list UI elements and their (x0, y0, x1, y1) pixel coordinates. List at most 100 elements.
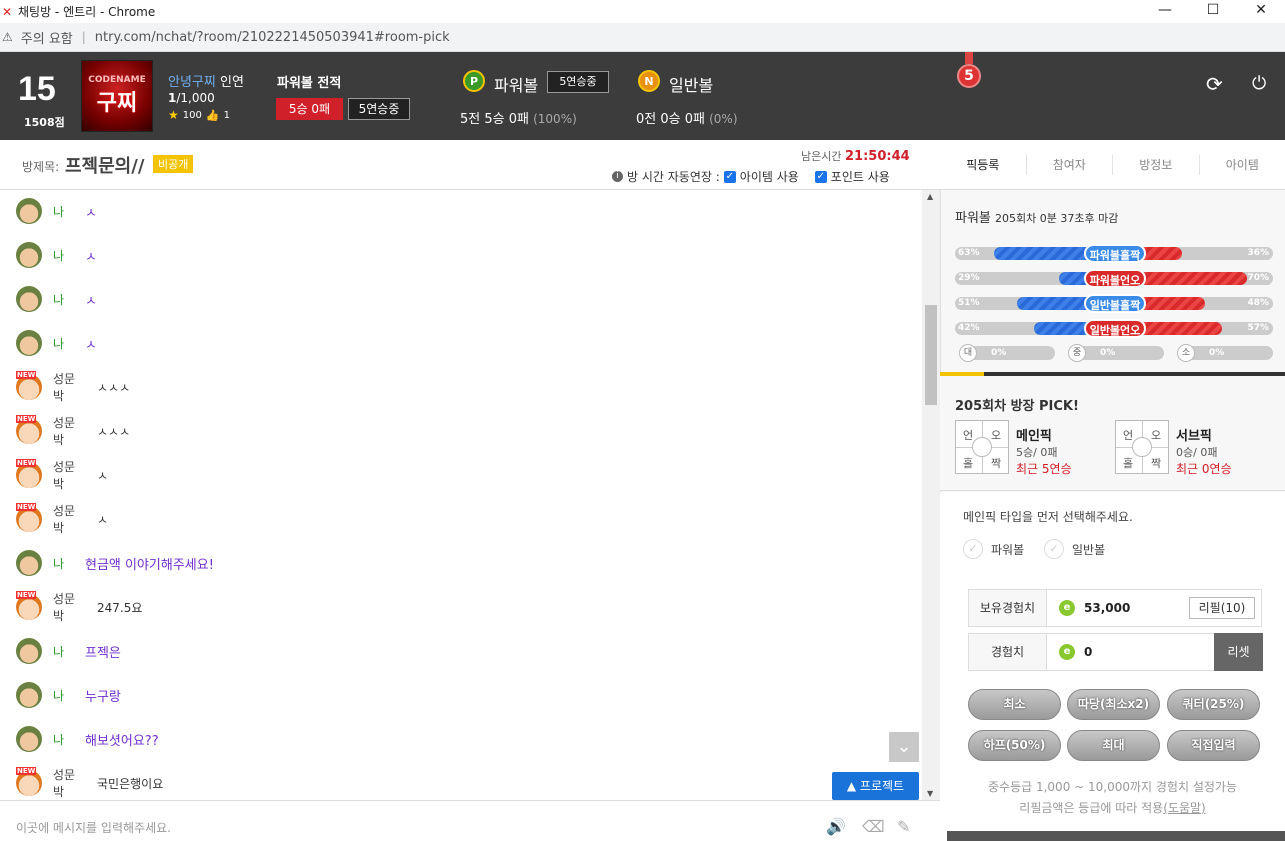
message-nick[interactable]: 나 (53, 731, 85, 748)
chat-message: 나ㅅ (16, 286, 97, 312)
check-icon[interactable]: ✓ (963, 539, 983, 559)
scroll-thumb[interactable] (925, 305, 937, 405)
refill-note: 리필금액은 등급에 따라 적용(도움말) (940, 799, 1285, 816)
record-wins-badge: 5승 0패 (276, 98, 343, 120)
message-nick[interactable]: 성문박 (53, 766, 85, 800)
chat-message: 나ㅅ (16, 242, 97, 268)
soldier-avatar-icon[interactable] (16, 198, 42, 224)
refill-button[interactable]: 리필(10) (1189, 597, 1255, 619)
check-icon[interactable]: ✓ (1044, 539, 1064, 559)
info-icon[interactable]: i (612, 171, 623, 182)
chip-min-button[interactable]: 최소 (968, 689, 1061, 720)
project-button[interactable]: ▲ 프로젝트 (832, 772, 919, 800)
scroll-bottom-button[interactable]: ⌄ (889, 732, 919, 762)
eraser-icon[interactable]: ⌫ (862, 817, 885, 836)
user-avatar-icon[interactable]: NEW (16, 415, 42, 444)
scroll-down-arrow-icon[interactable]: ▼ (927, 789, 933, 798)
rank-medal-icon[interactable]: 5 (957, 52, 981, 92)
cell-even: 짝 (991, 457, 1002, 470)
message-input[interactable]: 이곳에 메시지를 입력해주세요. (16, 819, 171, 836)
user-avatar-icon[interactable]: NEW (16, 591, 42, 620)
maximize-button[interactable]: ☐ (1189, 0, 1237, 23)
sub-pick-grid[interactable]: 언 오 홀 짝 (1115, 420, 1169, 474)
url-text[interactable]: ntry.com/nchat/?room/2102221450503941#ro… (95, 30, 450, 45)
refresh-icon[interactable]: ⟳ (1206, 72, 1223, 96)
normalball-coin-icon: N (638, 70, 660, 92)
type-powerball-radio[interactable]: ✓ 파워볼 (963, 539, 1024, 559)
message-nick[interactable]: 나 (53, 643, 85, 660)
normalball-record-pct: (0%) (709, 112, 738, 126)
message-nick[interactable]: 나 (53, 247, 85, 264)
chat-scrollbar[interactable]: ▲ ▼ (922, 190, 940, 800)
tab-items[interactable]: 아이템 (1200, 155, 1285, 175)
warning-icon[interactable]: ⚠ (2, 30, 13, 44)
remaining-label: 남은시간 (801, 150, 842, 163)
user-avatar-icon[interactable]: NEW (16, 371, 42, 400)
user-avatar-icon[interactable]: NEW (16, 767, 42, 796)
medal-rank: 5 (957, 64, 981, 88)
point-use-checkbox[interactable]: ✓ (814, 170, 827, 183)
user-avatar[interactable]: CODENAME 구찌 (81, 60, 153, 132)
user-avatar-icon[interactable]: NEW (16, 459, 42, 488)
odds-label: 파워볼언오 (1084, 269, 1146, 288)
close-button[interactable]: ✕ (1237, 0, 1285, 23)
message-nick[interactable]: 성문박 (53, 502, 85, 536)
message-nick[interactable]: 성문박 (53, 590, 85, 624)
message-nick[interactable]: 나 (53, 291, 85, 308)
message-nick[interactable]: 성문박 (53, 458, 85, 492)
odds-left-pct: 51% (958, 298, 980, 308)
cell-under: 언 (963, 429, 974, 442)
address-bar[interactable]: ⚠ 주의 요함 | ntry.com/nchat/?room/210222145… (0, 23, 1285, 52)
scroll-up-arrow-icon[interactable]: ▲ (927, 192, 933, 201)
soldier-avatar-icon[interactable] (16, 682, 42, 708)
remaining-time: 남은시간 21:50:44 (801, 148, 910, 164)
help-link[interactable]: (도움말) (1163, 801, 1205, 815)
odds-bar[interactable]: 63% 36% 파워볼홀짝 (955, 244, 1273, 263)
bet-amount-row: 경험치 e 0 리셋 (968, 633, 1263, 671)
bet-amount-input[interactable]: 0 (1084, 645, 1092, 659)
reset-button[interactable]: 리셋 (1214, 633, 1263, 671)
item-use-label[interactable]: 아이템 사용 (740, 168, 799, 185)
odds-right-pct: 57% (1247, 323, 1269, 333)
chip-half-button[interactable]: 하프(50%) (968, 730, 1061, 761)
avatar-subtitle: CODENAME (88, 75, 146, 85)
soldier-avatar-icon[interactable] (16, 638, 42, 664)
odds-bar[interactable]: 51% 48% 일반볼홀짝 (955, 294, 1273, 313)
message-nick[interactable]: 성문박 (53, 370, 85, 404)
odds-bar[interactable]: 42% 57% 일반볼언오 (955, 319, 1273, 338)
chip-max-button[interactable]: 최대 (1067, 730, 1160, 761)
chat-message: NEW 성문박 ㅅ (16, 503, 108, 535)
soldier-avatar-icon[interactable] (16, 242, 42, 268)
chip-custom-button[interactable]: 직접입력 (1167, 730, 1260, 761)
user-avatar-icon[interactable]: NEW (16, 503, 42, 532)
power-icon[interactable]: ⏻ (1252, 73, 1266, 94)
magic-wand-icon[interactable]: ✎ (897, 817, 910, 836)
security-status[interactable]: 주의 요함 (21, 28, 73, 47)
soldier-avatar-icon[interactable] (16, 726, 42, 752)
item-use-checkbox[interactable]: ✓ (723, 170, 736, 183)
chip-double-button[interactable]: 따당(최소x2) (1067, 689, 1160, 720)
chip-quarter-button[interactable]: 쿼터(25%) (1167, 689, 1260, 720)
tab-pick-register[interactable]: 픽등록 (940, 154, 1027, 175)
message-nick[interactable]: 나 (53, 203, 85, 220)
odds-bar[interactable]: 29% 70% 파워볼언오 (955, 269, 1273, 288)
chat-area[interactable]: 나 ㅅ 나 ㅅ 나 ㅅ 나 ㅅ NEW 성문박 ㅅㅅㅅ NEW 성문박 ㅅㅅㅅ NEW 성문박 ㅅ NEW 성문박 ㅅ… (0, 190, 922, 800)
message-text: ㅅ (85, 337, 97, 353)
main-pick-grid[interactable]: 언 오 홀 짝 (955, 420, 1009, 474)
tab-participants[interactable]: 참여자 (1027, 154, 1113, 175)
type-normalball-radio[interactable]: ✓ 일반볼 (1044, 539, 1105, 559)
message-nick[interactable]: 나 (53, 335, 85, 352)
sound-icon[interactable]: 🔊 (826, 817, 846, 836)
type-powerball-label[interactable]: 파워볼 (991, 541, 1024, 558)
message-nick[interactable]: 성문박 (53, 414, 85, 448)
soldier-avatar-icon[interactable] (16, 550, 42, 576)
minimize-button[interactable]: — (1141, 0, 1189, 23)
point-use-label[interactable]: 포인트 사용 (831, 168, 890, 185)
message-nick[interactable]: 나 (53, 555, 85, 572)
soldier-avatar-icon[interactable] (16, 286, 42, 312)
greeting-name[interactable]: 안녕구찌 (168, 75, 216, 90)
message-nick[interactable]: 나 (53, 687, 85, 704)
type-normalball-label[interactable]: 일반볼 (1072, 541, 1105, 558)
tab-room-info[interactable]: 방정보 (1113, 154, 1200, 175)
soldier-avatar-icon[interactable] (16, 330, 42, 356)
